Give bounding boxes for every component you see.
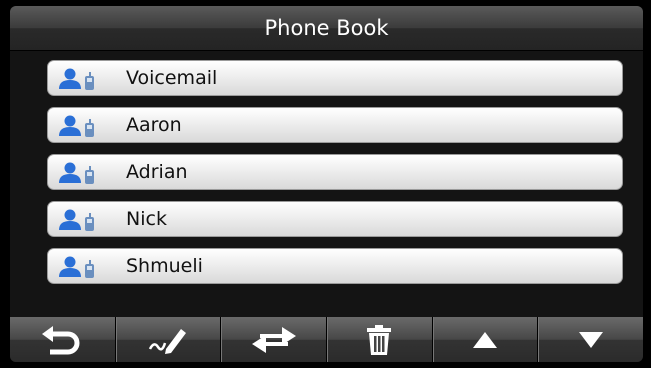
contact-row-shmueli[interactable]: Shmueli xyxy=(47,248,623,284)
delete-button[interactable] xyxy=(326,317,432,362)
contact-row-voicemail[interactable]: Voicemail xyxy=(47,60,623,96)
scroll-down-button[interactable] xyxy=(537,317,643,362)
contact-row-adrian[interactable]: Adrian xyxy=(47,154,623,190)
back-icon xyxy=(42,325,80,354)
swap-icon xyxy=(251,326,296,353)
contact-person-phone-icon xyxy=(59,115,94,137)
contact-person-phone-icon xyxy=(59,256,94,278)
contact-name: Aaron xyxy=(126,114,182,136)
contact-name: Adrian xyxy=(126,161,188,183)
edit-icon xyxy=(148,328,186,354)
arrow-down-icon xyxy=(578,331,603,348)
trash-icon xyxy=(367,324,392,355)
phone-book-screen: Phone Book Voicemail Aaron Adrian Nick S… xyxy=(0,0,651,368)
bottom-toolbar xyxy=(10,317,643,362)
page-title: Phone Book xyxy=(264,16,389,40)
back-button[interactable] xyxy=(10,317,115,362)
contact-person-phone-icon xyxy=(59,162,94,184)
contact-name: Voicemail xyxy=(126,67,218,89)
contact-person-phone-icon xyxy=(59,209,94,231)
arrow-up-icon xyxy=(473,331,498,348)
title-bar: Phone Book xyxy=(10,6,643,51)
phone-book-frame: Phone Book Voicemail Aaron Adrian Nick S… xyxy=(10,6,643,362)
contact-name: Nick xyxy=(126,208,167,230)
scroll-up-button[interactable] xyxy=(431,317,538,362)
contact-person-phone-icon xyxy=(59,68,94,90)
contact-list: Voicemail Aaron Adrian Nick Shmueli xyxy=(47,60,623,295)
edit-button[interactable] xyxy=(114,317,221,362)
contact-name: Shmueli xyxy=(126,255,203,277)
contact-row-aaron[interactable]: Aaron xyxy=(47,107,623,143)
swap-button[interactable] xyxy=(220,317,326,362)
contact-row-nick[interactable]: Nick xyxy=(47,201,623,237)
